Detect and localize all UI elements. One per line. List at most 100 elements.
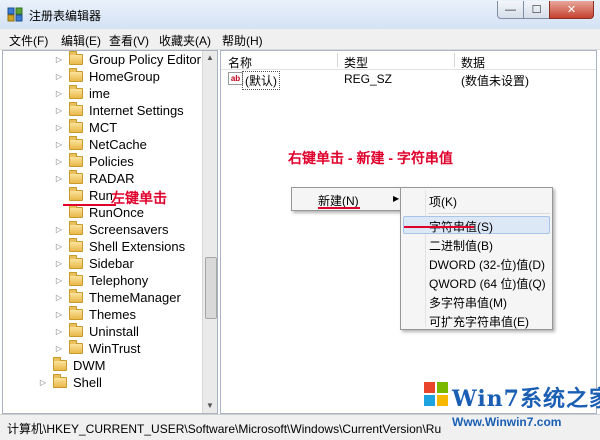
windows-logo-icon (424, 382, 450, 408)
tree-item[interactable]: ▷ Themes (55, 306, 136, 323)
watermark-brand: Win7系统之家 (452, 386, 600, 412)
expand-arrow-icon[interactable]: ▷ (39, 378, 47, 387)
minimize-icon: — (505, 3, 516, 16)
expand-arrow-icon[interactable]: ▷ (55, 157, 63, 166)
submenu-arrow-icon: ▶ (393, 194, 400, 203)
menu-gutter (425, 190, 426, 327)
expand-arrow-icon[interactable]: ▷ (55, 174, 63, 183)
folder-icon (69, 102, 83, 116)
scroll-down-icon[interactable]: ▼ (206, 401, 214, 410)
tree-item[interactable]: ▷ RADAR (55, 170, 135, 187)
menu-item-binary-value[interactable]: 二进制值(B) (429, 237, 493, 254)
folder-icon (69, 51, 83, 65)
menu-separator (428, 213, 550, 214)
tree-item[interactable]: ▷ Shell Extensions (55, 238, 185, 255)
folder-icon (69, 323, 83, 337)
registry-icon (7, 7, 23, 22)
close-button[interactable]: ✕ (549, 1, 594, 19)
expand-arrow-icon[interactable]: ▷ (55, 72, 63, 81)
minimize-button[interactable]: — (497, 1, 524, 19)
column-type[interactable]: 类型 (344, 54, 368, 71)
menu-item-key[interactable]: 项(K) (429, 193, 457, 210)
title-bar: 注册表编辑器 — ☐ ✕ (0, 0, 600, 30)
menu-bar: 文件(F) 编辑(E) 查看(V) 收藏夹(A) 帮助(H) (0, 29, 600, 50)
tree-item[interactable]: DWM (39, 357, 106, 374)
expand-arrow-icon[interactable]: ▷ (55, 106, 63, 115)
scroll-thumb[interactable] (205, 257, 217, 319)
expand-arrow-icon[interactable]: ▷ (55, 276, 63, 285)
folder-icon (69, 204, 83, 218)
tree-item[interactable]: ▷ ime (55, 85, 110, 102)
watermark-url: Www.Winwin7.com (452, 415, 562, 429)
menu-file[interactable]: 文件(F) (9, 32, 48, 49)
watermark: Win7系统之家 Www.Winwin7.com (424, 380, 600, 439)
menu-view[interactable]: 查看(V) (109, 32, 149, 49)
column-divider[interactable] (454, 53, 455, 67)
scroll-up-icon[interactable]: ▲ (206, 53, 214, 62)
expand-arrow-icon[interactable]: ▷ (55, 310, 63, 319)
expand-arrow-icon[interactable]: ▷ (55, 225, 63, 234)
tree-item[interactable]: ▷ HomeGroup (55, 68, 160, 85)
tree-item[interactable]: ▷ Screensavers (55, 221, 168, 238)
string-value-underline (404, 226, 474, 228)
value-data: (数值未设置) (461, 74, 529, 88)
maximize-button[interactable]: ☐ (523, 1, 550, 19)
expand-arrow-icon[interactable]: ▷ (55, 242, 63, 251)
menu-help[interactable]: 帮助(H) (222, 32, 263, 49)
tree-item[interactable]: ▷ Telephony (55, 272, 148, 289)
tree-item[interactable]: ▷ WinTrust (55, 340, 141, 357)
expand-arrow-icon[interactable]: ▷ (55, 293, 63, 302)
folder-icon (69, 272, 83, 286)
folder-icon (69, 119, 83, 133)
column-divider[interactable] (337, 53, 338, 67)
menu-item-multi-string[interactable]: 多字符串值(M) (429, 294, 507, 311)
expand-arrow-icon[interactable]: ▷ (55, 89, 63, 98)
value-name: (默认) (242, 71, 280, 90)
list-header: 名称 类型 数据 (221, 51, 596, 70)
column-data[interactable]: 数据 (461, 54, 485, 71)
tree-item[interactable]: ▷ Shell (39, 374, 102, 391)
folder-icon (69, 170, 83, 184)
right-click-annotation: 右键单击 - 新建 - 字符串值 (288, 150, 453, 166)
menu-favorites[interactable]: 收藏夹(A) (159, 32, 211, 49)
menu-item-dword-value[interactable]: DWORD (32-位)值(D) (429, 256, 545, 273)
list-item[interactable]: ab (默认) REG_SZ (数值未设置) (221, 70, 596, 90)
folder-icon (69, 68, 83, 82)
run-highlight-underline (63, 204, 116, 206)
tree-item[interactable]: ▷ Sidebar (55, 255, 134, 272)
menu-edit[interactable]: 编辑(E) (61, 32, 101, 49)
menu-item-expandable-string[interactable]: 可扩充字符串值(E) (429, 313, 529, 330)
folder-icon (69, 221, 83, 235)
folder-icon (69, 187, 83, 201)
left-click-annotation: 左键单击 (111, 190, 167, 206)
tree-item[interactable]: ▷ MCT (55, 119, 117, 136)
expand-arrow-icon[interactable]: ▷ (55, 259, 63, 268)
close-icon: ✕ (566, 4, 577, 16)
tree-item[interactable]: ▷ ThemeManager (55, 289, 181, 306)
context-menu: 新建(N) ▶ (291, 187, 405, 211)
new-highlight-underline (318, 207, 360, 209)
expand-arrow-icon[interactable]: ▷ (55, 344, 63, 353)
folder-icon (53, 374, 67, 388)
tree-item-run[interactable]: Run (55, 187, 113, 204)
status-path: 计算机\HKEY_CURRENT_USER\Software\Microsoft… (7, 422, 442, 436)
window-title: 注册表编辑器 (29, 9, 102, 23)
menu-item-qword-value[interactable]: QWORD (64 位)值(Q) (429, 275, 546, 292)
registry-tree[interactable]: ▷ Group Policy Editor ▷ HomeGroup ▷ ime ▷ In… (2, 50, 218, 414)
tree-item[interactable]: ▷ Uninstall (55, 323, 139, 340)
tree-item[interactable]: ▷ Group Policy Editor (55, 51, 201, 68)
expand-arrow-icon[interactable]: ▷ (55, 327, 63, 336)
column-name[interactable]: 名称 (228, 54, 252, 71)
folder-icon (69, 340, 83, 354)
expand-arrow-icon[interactable]: ▷ (55, 123, 63, 132)
folder-icon (69, 289, 83, 303)
string-value-icon: ab (228, 72, 243, 85)
expand-arrow-icon[interactable]: ▷ (55, 140, 63, 149)
folder-icon (69, 238, 83, 252)
tree-item[interactable]: ▷ NetCache (55, 136, 147, 153)
tree-item[interactable]: ▷ Internet Settings (55, 102, 184, 119)
tree-item[interactable]: ▷ Policies (55, 153, 134, 170)
folder-icon (69, 306, 83, 320)
expand-arrow-icon[interactable]: ▷ (55, 55, 63, 64)
tree-scrollbar[interactable]: ▲ ▼ (202, 51, 217, 413)
